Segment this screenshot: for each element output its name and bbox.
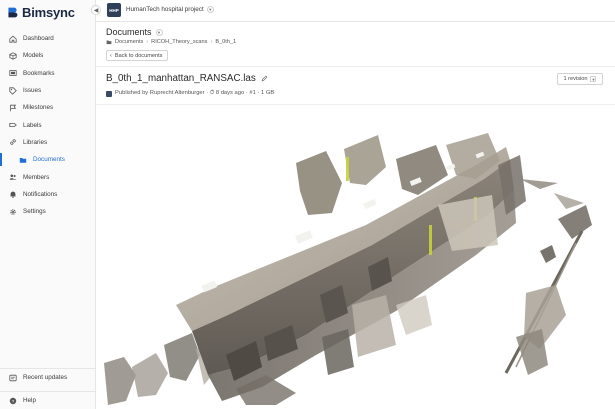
sidebar-item-label: Libraries — [23, 138, 48, 146]
help-icon: ? — [9, 397, 17, 404]
bimsync-logo-icon — [8, 7, 18, 17]
sidebar-item-libraries[interactable]: Libraries — [0, 134, 96, 151]
sidebar-item-label: Issues — [23, 87, 42, 95]
chevron-down-icon: ▼ — [590, 76, 597, 82]
revision-dropdown[interactable]: 1 revision ▼ — [557, 73, 603, 85]
sidebar-item-settings[interactable]: Settings — [0, 203, 96, 220]
sidebar-nav: Dashboard Models Bookmarks Issues Milest… — [0, 30, 96, 220]
sidebar-item-bookmarks[interactable]: Bookmarks — [0, 65, 96, 82]
sidebar-item-label: Settings — [23, 208, 46, 216]
file-name: B_0th_1_manhattan_RANSAC.las — [106, 73, 256, 84]
bookmark-icon — [9, 70, 17, 77]
home-icon — [9, 35, 17, 43]
file-meta: Published by Ruprecht Altenburger · ⏱ 8 … — [106, 90, 274, 97]
folder-icon — [19, 157, 27, 163]
sidebar-item-dashboard[interactable]: Dashboard — [0, 30, 96, 47]
avatar — [106, 90, 112, 97]
brand[interactable]: Bimsync — [6, 4, 75, 20]
point-cloud-render — [104, 133, 592, 405]
cube-icon — [9, 52, 17, 60]
link-icon — [10, 139, 16, 146]
file-title: B_0th_1_manhattan_RANSAC.las — [106, 73, 268, 84]
app-window: Bimsync Dashboard Models Bookmarks Issue… — [0, 0, 615, 409]
sidebar: Bimsync Dashboard Models Bookmarks Issue… — [0, 0, 96, 409]
sidebar-item-labels[interactable]: Labels — [0, 116, 96, 133]
page-title-text: Documents — [106, 27, 152, 37]
label-icon — [9, 123, 17, 128]
sidebar-item-label: Models — [23, 52, 44, 60]
svg-text:?: ? — [12, 398, 15, 404]
page-title[interactable]: Documents ▼ — [106, 27, 163, 37]
breadcrumb: Documents › RICOH_Theory_scans › B_0th_1 — [106, 39, 236, 45]
back-to-documents-button[interactable]: ‹ Back to documents — [106, 50, 169, 61]
breadcrumb-item[interactable]: B_0th_1 — [215, 39, 236, 45]
breadcrumb-item[interactable]: Documents — [115, 39, 143, 45]
help-section: ? Help — [0, 391, 96, 409]
scan-fragments-right — [504, 179, 592, 375]
sidebar-item-label: Notifications — [23, 190, 58, 198]
help-button[interactable]: ? Help — [0, 392, 96, 409]
divider — [96, 66, 615, 67]
tag-icon — [9, 86, 17, 95]
breadcrumb-item[interactable]: RICOH_Theory_scans — [151, 39, 207, 45]
chevron-down-icon: ▼ — [155, 29, 163, 37]
brand-name: Bimsync — [22, 4, 75, 20]
bell-icon — [9, 191, 17, 199]
gear-icon — [10, 208, 16, 215]
file-meta-text: Published by Ruprecht Altenburger · ⏱ 8 … — [115, 90, 275, 96]
point-cloud-viewer[interactable] — [96, 105, 615, 409]
updates-icon — [9, 374, 17, 381]
chevron-left-icon: ◀ — [93, 7, 99, 14]
sidebar-item-milestones[interactable]: Milestones — [0, 99, 96, 116]
project-badge: HHP — [107, 3, 121, 17]
pencil-icon[interactable] — [261, 75, 268, 82]
sidebar-item-label: Members — [23, 173, 50, 181]
flag-icon — [10, 104, 17, 112]
topbar: ◀ HHP HumanTech hospital project ▼ — [91, 0, 615, 22]
breadcrumb-separator-icon: › — [146, 39, 149, 45]
sidebar-item-models[interactable]: Models — [0, 47, 96, 64]
revision-label: 1 revision — [563, 76, 588, 82]
back-button-label: Back to documents — [114, 52, 163, 59]
project-name: HumanTech hospital project — [126, 6, 204, 14]
sidebar-item-members[interactable]: Members — [0, 168, 96, 185]
sidebar-item-label: Documents — [33, 156, 65, 164]
collapse-sidebar-button[interactable]: ◀ — [91, 5, 101, 15]
sidebar-item-label: Labels — [23, 121, 42, 129]
recent-updates-label: Recent updates — [23, 374, 68, 382]
chevron-down-icon: ▼ — [206, 6, 214, 13]
sidebar-item-notifications[interactable]: Notifications — [0, 186, 96, 203]
project-selector[interactable]: HumanTech hospital project ▼ — [126, 6, 214, 13]
people-icon — [9, 174, 17, 180]
sidebar-item-documents[interactable]: Documents — [0, 151, 96, 168]
arrow-left-icon: ‹ — [110, 52, 112, 59]
sidebar-item-label: Milestones — [23, 104, 54, 112]
sidebar-item-label: Bookmarks — [23, 69, 55, 77]
sidebar-item-label: Dashboard — [23, 35, 54, 43]
help-label: Help — [23, 397, 36, 405]
recent-updates-section: Recent updates — [0, 368, 96, 386]
folder-icon — [106, 40, 112, 45]
breadcrumb-separator-icon: › — [210, 39, 213, 45]
recent-updates-button[interactable]: Recent updates — [0, 369, 96, 386]
sidebar-item-issues[interactable]: Issues — [0, 82, 96, 99]
